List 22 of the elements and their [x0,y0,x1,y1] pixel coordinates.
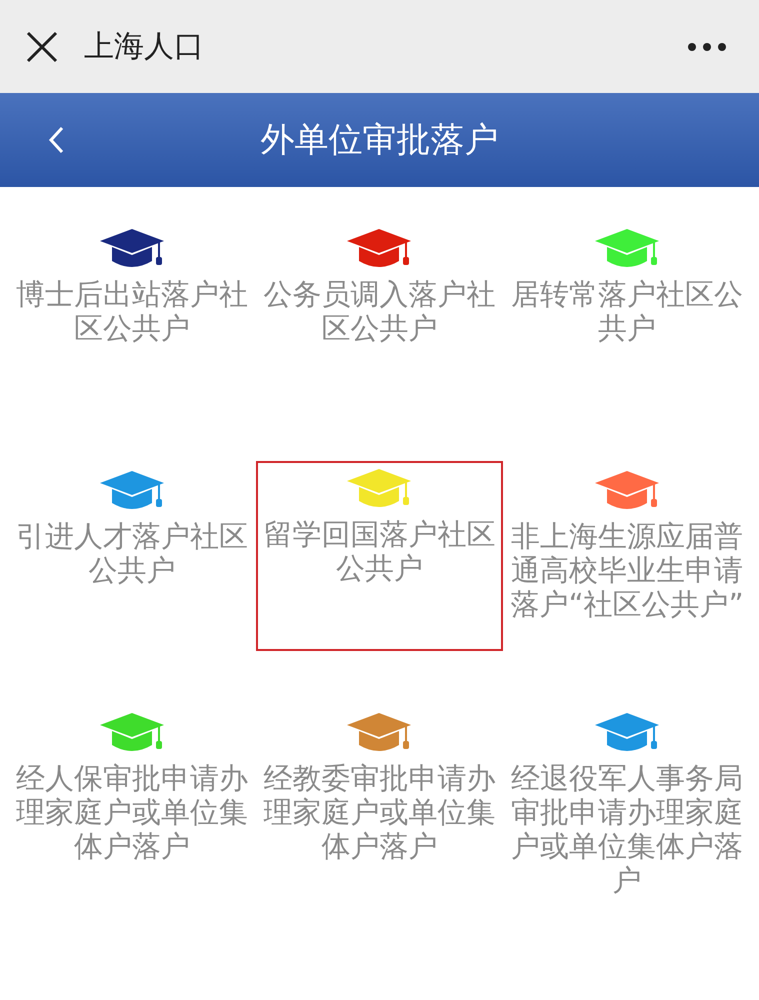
category-label: 经退役军人事务局审批申请办理家庭户或单位集体户落户 [510,761,744,897]
category-label: 博士后出站落户社区公共户 [14,277,249,345]
more-icon[interactable] [687,42,727,52]
page-title: 外单位审批落户 [260,118,500,162]
category-label: 留学回国落户社区公共户 [262,517,496,585]
category-item[interactable]: 非上海生源应届普通高校毕业生申请落户“社区公共户” [503,467,751,623]
category-label: 经教委审批申请办理家庭户或单位集体户落户 [262,761,496,863]
category-label: 居转常落户社区公共户 [510,277,744,345]
category-item[interactable]: 博士后出站落户社区公共户 [8,225,256,347]
category-item[interactable]: 引进人才落户社区公共户 [8,467,256,589]
category-label: 非上海生源应届普通高校毕业生申请落户“社区公共户” [510,519,745,621]
category-item[interactable]: 经人保审批申请办理家庭户或单位集体户落户 [8,709,256,865]
category-item[interactable]: 留学回国落户社区公共户 [256,461,504,651]
category-label: 引进人才落户社区公共户 [14,519,249,587]
back-icon[interactable] [46,124,66,156]
category-item[interactable]: 经教委审批申请办理家庭户或单位集体户落户 [256,709,504,865]
category-label: 公务员调入落户社区公共户 [262,277,496,345]
category-item[interactable]: 居转常落户社区公共户 [503,225,751,347]
app-title: 上海人口 [84,28,205,66]
category-item[interactable]: 公务员调入落户社区公共户 [256,225,504,347]
category-item[interactable]: 经退役军人事务局审批申请办理家庭户或单位集体户落户 [503,709,751,899]
category-label: 经人保审批申请办理家庭户或单位集体户落户 [14,761,249,863]
